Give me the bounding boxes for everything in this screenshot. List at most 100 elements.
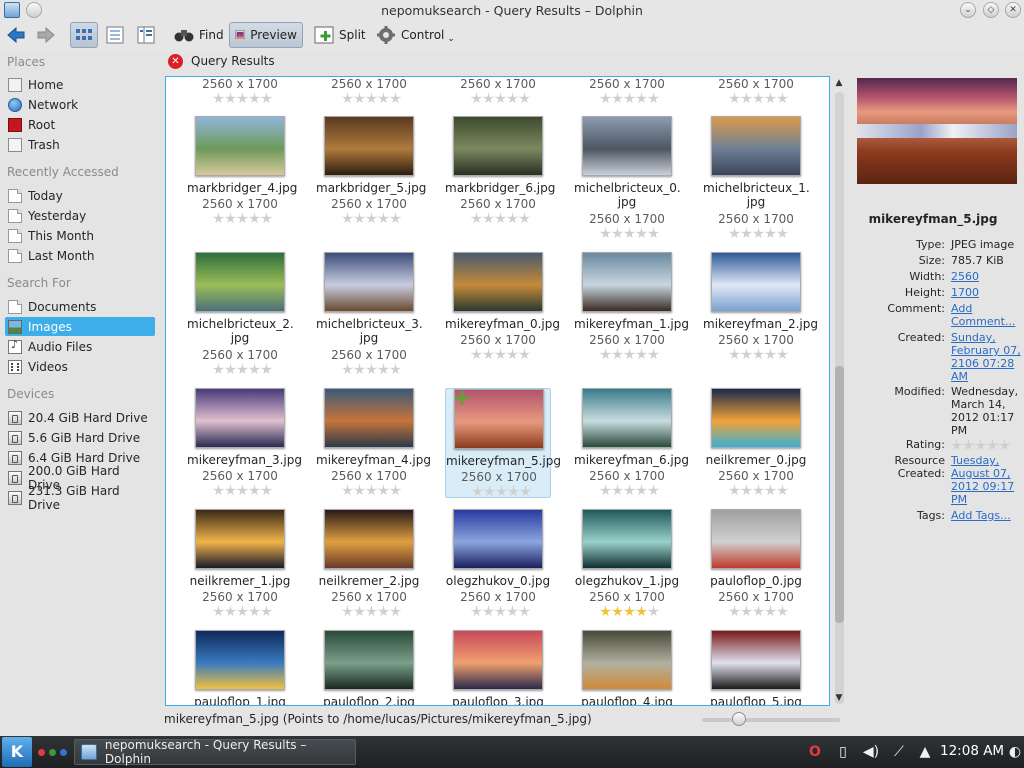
file-tile[interactable]: + mikereyfman_5.jpg 2560 x 1700 — [445, 388, 561, 498]
width-value[interactable]: 2560 — [951, 270, 1021, 283]
sidebar-item-drive-1[interactable]: 20.4 GiB Hard Drive — [5, 408, 155, 427]
resource-created-value[interactable]: Tuesday, August 07, 2012 09:17 PM — [951, 454, 1021, 506]
sidebar-item-trash[interactable]: Trash — [5, 135, 155, 154]
rating-stars[interactable] — [342, 93, 402, 104]
add-comment-link[interactable]: Add Comment... — [951, 302, 1021, 328]
network-tray-icon[interactable]: ⟋ — [890, 743, 908, 761]
sidebar-item-last-month[interactable]: Last Month — [5, 246, 155, 265]
rating-stars[interactable] — [729, 93, 789, 104]
close-query-icon[interactable]: ✕ — [168, 54, 183, 69]
star-icon[interactable] — [987, 440, 998, 451]
opera-icon[interactable]: O — [806, 743, 824, 761]
sidebar-item-yesterday[interactable]: Yesterday — [5, 206, 155, 225]
star-icon — [729, 485, 740, 496]
rating-stars[interactable] — [471, 213, 531, 224]
rating-stars[interactable] — [213, 606, 273, 617]
rating-stars[interactable] — [600, 349, 660, 360]
sidebar-item-audio-files[interactable]: Audio Files — [5, 337, 155, 356]
volume-icon[interactable]: ◀) — [862, 743, 880, 761]
star-icon — [249, 93, 260, 104]
minimize-button[interactable]: ⌄ — [960, 2, 976, 18]
scroll-up-icon[interactable]: ▲ — [832, 78, 846, 90]
height-value[interactable]: 1700 — [951, 286, 1021, 299]
desktop-1-icon[interactable] — [38, 749, 45, 756]
taskbar-item-dolphin[interactable]: nepomuksearch - Query Results – Dolphin — [74, 738, 356, 766]
details-view-button[interactable] — [101, 22, 129, 48]
desktop-2-icon[interactable] — [49, 749, 56, 756]
star-icon[interactable] — [999, 440, 1010, 451]
rating-stars[interactable] — [600, 606, 660, 617]
file-thumbnail — [582, 509, 672, 569]
rating-stars[interactable] — [472, 486, 532, 497]
file-view[interactable]: 2560 x 1700 2560 x 1700 2560 x 1700 2560 x … — [165, 76, 830, 706]
columns-view-button[interactable] — [132, 22, 160, 48]
icons-view-button[interactable] — [70, 22, 98, 48]
rating-stars[interactable] — [729, 349, 789, 360]
file-dimensions: 2560 x 1700 — [460, 333, 536, 347]
rating-stars[interactable] — [342, 606, 402, 617]
rating-stars[interactable] — [471, 606, 531, 617]
file-tile[interactable]: 2560 x 1700 — [703, 77, 809, 104]
sidebar-item-today[interactable]: Today — [5, 186, 155, 205]
maximize-button[interactable]: ◇ — [983, 2, 999, 18]
sidebar-item-documents[interactable]: Documents — [5, 297, 155, 316]
star-icon[interactable] — [963, 440, 974, 451]
created-value[interactable]: Sunday, February 07, 2106 07:28 AM — [951, 331, 1021, 383]
rating-stars[interactable] — [342, 364, 402, 375]
star-icon[interactable] — [951, 440, 962, 451]
control-button[interactable]: Control ⌄ — [370, 22, 461, 48]
find-button[interactable]: Find — [168, 22, 230, 48]
kde-menu-icon[interactable]: K — [2, 737, 32, 767]
star-icon — [777, 228, 788, 239]
rating-stars[interactable] — [600, 228, 660, 239]
rating-stars[interactable] — [342, 485, 402, 496]
file-tile[interactable]: 2560 x 1700 — [316, 77, 422, 104]
sidebar-item-home[interactable]: Home — [5, 75, 155, 94]
back-icon[interactable] — [6, 25, 26, 45]
add-selection-icon[interactable]: + — [452, 388, 472, 410]
star-icon[interactable] — [975, 440, 986, 451]
rating-stars[interactable] — [213, 213, 273, 224]
rating-stars[interactable] — [600, 93, 660, 104]
rating-stars[interactable] — [729, 228, 789, 239]
clock[interactable]: 12:08 AM — [940, 743, 1004, 759]
sidebar-item-images[interactable]: Images — [5, 317, 155, 336]
split-button[interactable]: Split — [308, 22, 372, 48]
clipboard-icon[interactable]: ▯ — [834, 743, 852, 761]
sidebar-item-drive-5[interactable]: 231.3 GiB Hard Drive — [5, 484, 155, 512]
file-dimensions: 2560 x 1700 — [331, 197, 407, 211]
notifications-icon[interactable]: ▲ — [916, 743, 934, 761]
rating-stars[interactable] — [600, 485, 660, 496]
rating-stars[interactable] — [729, 485, 789, 496]
desktop-3-icon[interactable] — [60, 749, 67, 756]
file-tile[interactable]: 2560 x 1700 — [445, 77, 551, 104]
sidebar-item-videos[interactable]: Videos — [5, 357, 155, 376]
file-tile[interactable]: 2560 x 1700 — [574, 77, 680, 104]
rating-stars[interactable] — [951, 440, 1011, 451]
sidebar-item-network[interactable]: Network — [5, 95, 155, 114]
sidebar-item-root[interactable]: Root — [5, 115, 155, 134]
scroll-thumb[interactable] — [835, 366, 844, 623]
file-name: markbridger_4.jpg — [187, 181, 298, 195]
sidebar-item-drive-2[interactable]: 5.6 GiB Hard Drive — [5, 428, 155, 447]
forward-icon[interactable] — [36, 25, 56, 45]
sidebar-item-this-month[interactable]: This Month — [5, 226, 155, 245]
add-tags-link[interactable]: Add Tags... — [951, 509, 1021, 522]
star-icon — [261, 485, 272, 496]
rating-stars[interactable] — [471, 93, 531, 104]
close-button[interactable]: ✕ — [1005, 2, 1021, 18]
preview-button[interactable]: Preview — [229, 22, 303, 48]
zoom-slider-handle[interactable] — [732, 712, 746, 726]
rating-stars[interactable] — [213, 93, 273, 104]
scroll-down-icon[interactable]: ▼ — [832, 693, 846, 705]
lock-screen-icon[interactable]: ◐ — [1006, 743, 1024, 761]
rating-stars[interactable] — [729, 606, 789, 617]
rating-stars[interactable] — [213, 364, 273, 375]
zoom-slider[interactable] — [702, 712, 840, 726]
file-tile[interactable]: 2560 x 1700 — [187, 77, 293, 104]
file-view-scrollbar[interactable]: ▲ ▼ — [832, 76, 846, 706]
file-name: neilkremer_1.jpg — [189, 574, 291, 588]
rating-stars[interactable] — [213, 485, 273, 496]
rating-stars[interactable] — [342, 213, 402, 224]
rating-stars[interactable] — [471, 349, 531, 360]
